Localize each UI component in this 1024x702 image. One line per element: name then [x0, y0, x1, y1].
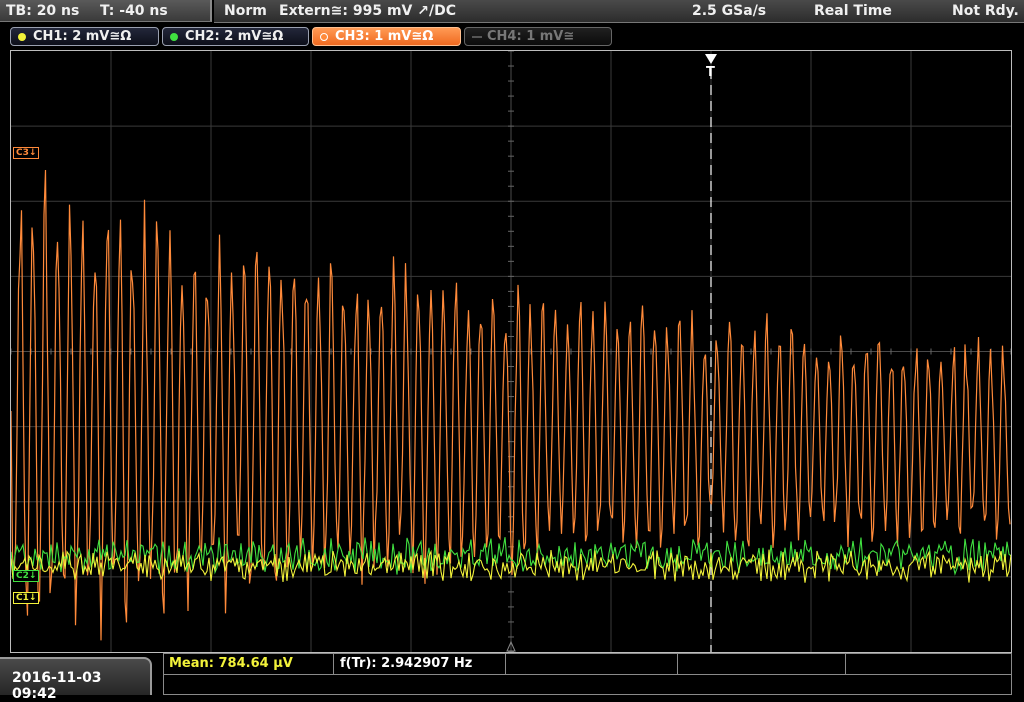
channel-2-offset-marker[interactable]: C2↓	[13, 570, 40, 582]
measurement-row-divider	[164, 674, 1011, 675]
sample-rate: 2.5 GSa/s	[692, 3, 767, 19]
measurement-cell-empty	[678, 654, 846, 674]
channel-2-label: CH2: 2 mV≅Ω	[185, 29, 284, 44]
bottom-bar: 2016-11-03 09:42 Mean: 784.64 µV f(Tr): …	[0, 653, 1024, 702]
channel-3-indicator-icon	[320, 33, 328, 41]
trigger-position-marker[interactable]: T	[706, 65, 715, 80]
channel-3-offset-marker[interactable]: C3↓	[13, 147, 40, 159]
acquisition-mode: Real Time	[814, 3, 892, 19]
channel-4-label: CH4: 1 mV≅	[487, 29, 575, 44]
channel-2-button[interactable]: CH2: 2 mV≅Ω	[162, 27, 309, 46]
timebase-label: TB: 20 ns	[6, 3, 80, 19]
channel-bar: CH1: 2 mV≅Ω CH2: 2 mV≅Ω CH3: 1 mV≅Ω CH4:…	[0, 25, 1024, 48]
channel-1-offset-marker[interactable]: C1↓	[13, 592, 40, 604]
mean-measurement: Mean: 784.64 µV	[169, 656, 293, 671]
frequency-measurement: f(Tr): 2.942907 Hz	[340, 656, 473, 671]
channel-3-button[interactable]: CH3: 1 mV≅Ω	[312, 27, 461, 46]
waveform-display[interactable]: C3↓ C2↓ C1↓ T	[10, 50, 1012, 653]
trigger-source: Extern≅: 995 mV ↗/DC	[279, 3, 456, 19]
channel-4-indicator-icon	[472, 36, 482, 38]
channel-4-button[interactable]: CH4: 1 mV≅	[464, 27, 612, 46]
measurement-table[interactable]: Mean: 784.64 µV f(Tr): 2.942907 Hz	[163, 653, 1012, 695]
channel-3-label: CH3: 1 mV≅Ω	[335, 29, 434, 44]
trigger-arrow-icon	[705, 54, 717, 64]
channel-1-indicator-icon	[18, 33, 26, 41]
trigger-mode: Norm	[224, 3, 267, 19]
status-bar: TB: 20 ns T: -40 ns Norm Extern≅: 995 mV…	[0, 0, 1024, 24]
trigger-panel[interactable]: Norm Extern≅: 995 mV ↗/DC 2.5 GSa/s Real…	[214, 0, 1024, 23]
measurement-cell-frequency: f(Tr): 2.942907 Hz	[334, 654, 506, 674]
channel-1-label: CH1: 2 mV≅Ω	[33, 29, 132, 44]
measurement-cell-mean: Mean: 784.64 µV	[164, 654, 334, 674]
datetime-label: 2016-11-03 09:42	[12, 670, 102, 702]
measurement-cell-empty	[506, 654, 678, 674]
timebase-panel[interactable]: TB: 20 ns T: -40 ns	[0, 0, 212, 22]
acquisition-status: Not Rdy.	[952, 3, 1019, 19]
trigger-time-label: T: -40 ns	[100, 3, 168, 19]
channel-2-indicator-icon	[170, 33, 178, 41]
datetime-panel: 2016-11-03 09:42	[0, 657, 152, 702]
channel-1-button[interactable]: CH1: 2 mV≅Ω	[10, 27, 159, 46]
waveform-canvas	[11, 51, 1011, 652]
